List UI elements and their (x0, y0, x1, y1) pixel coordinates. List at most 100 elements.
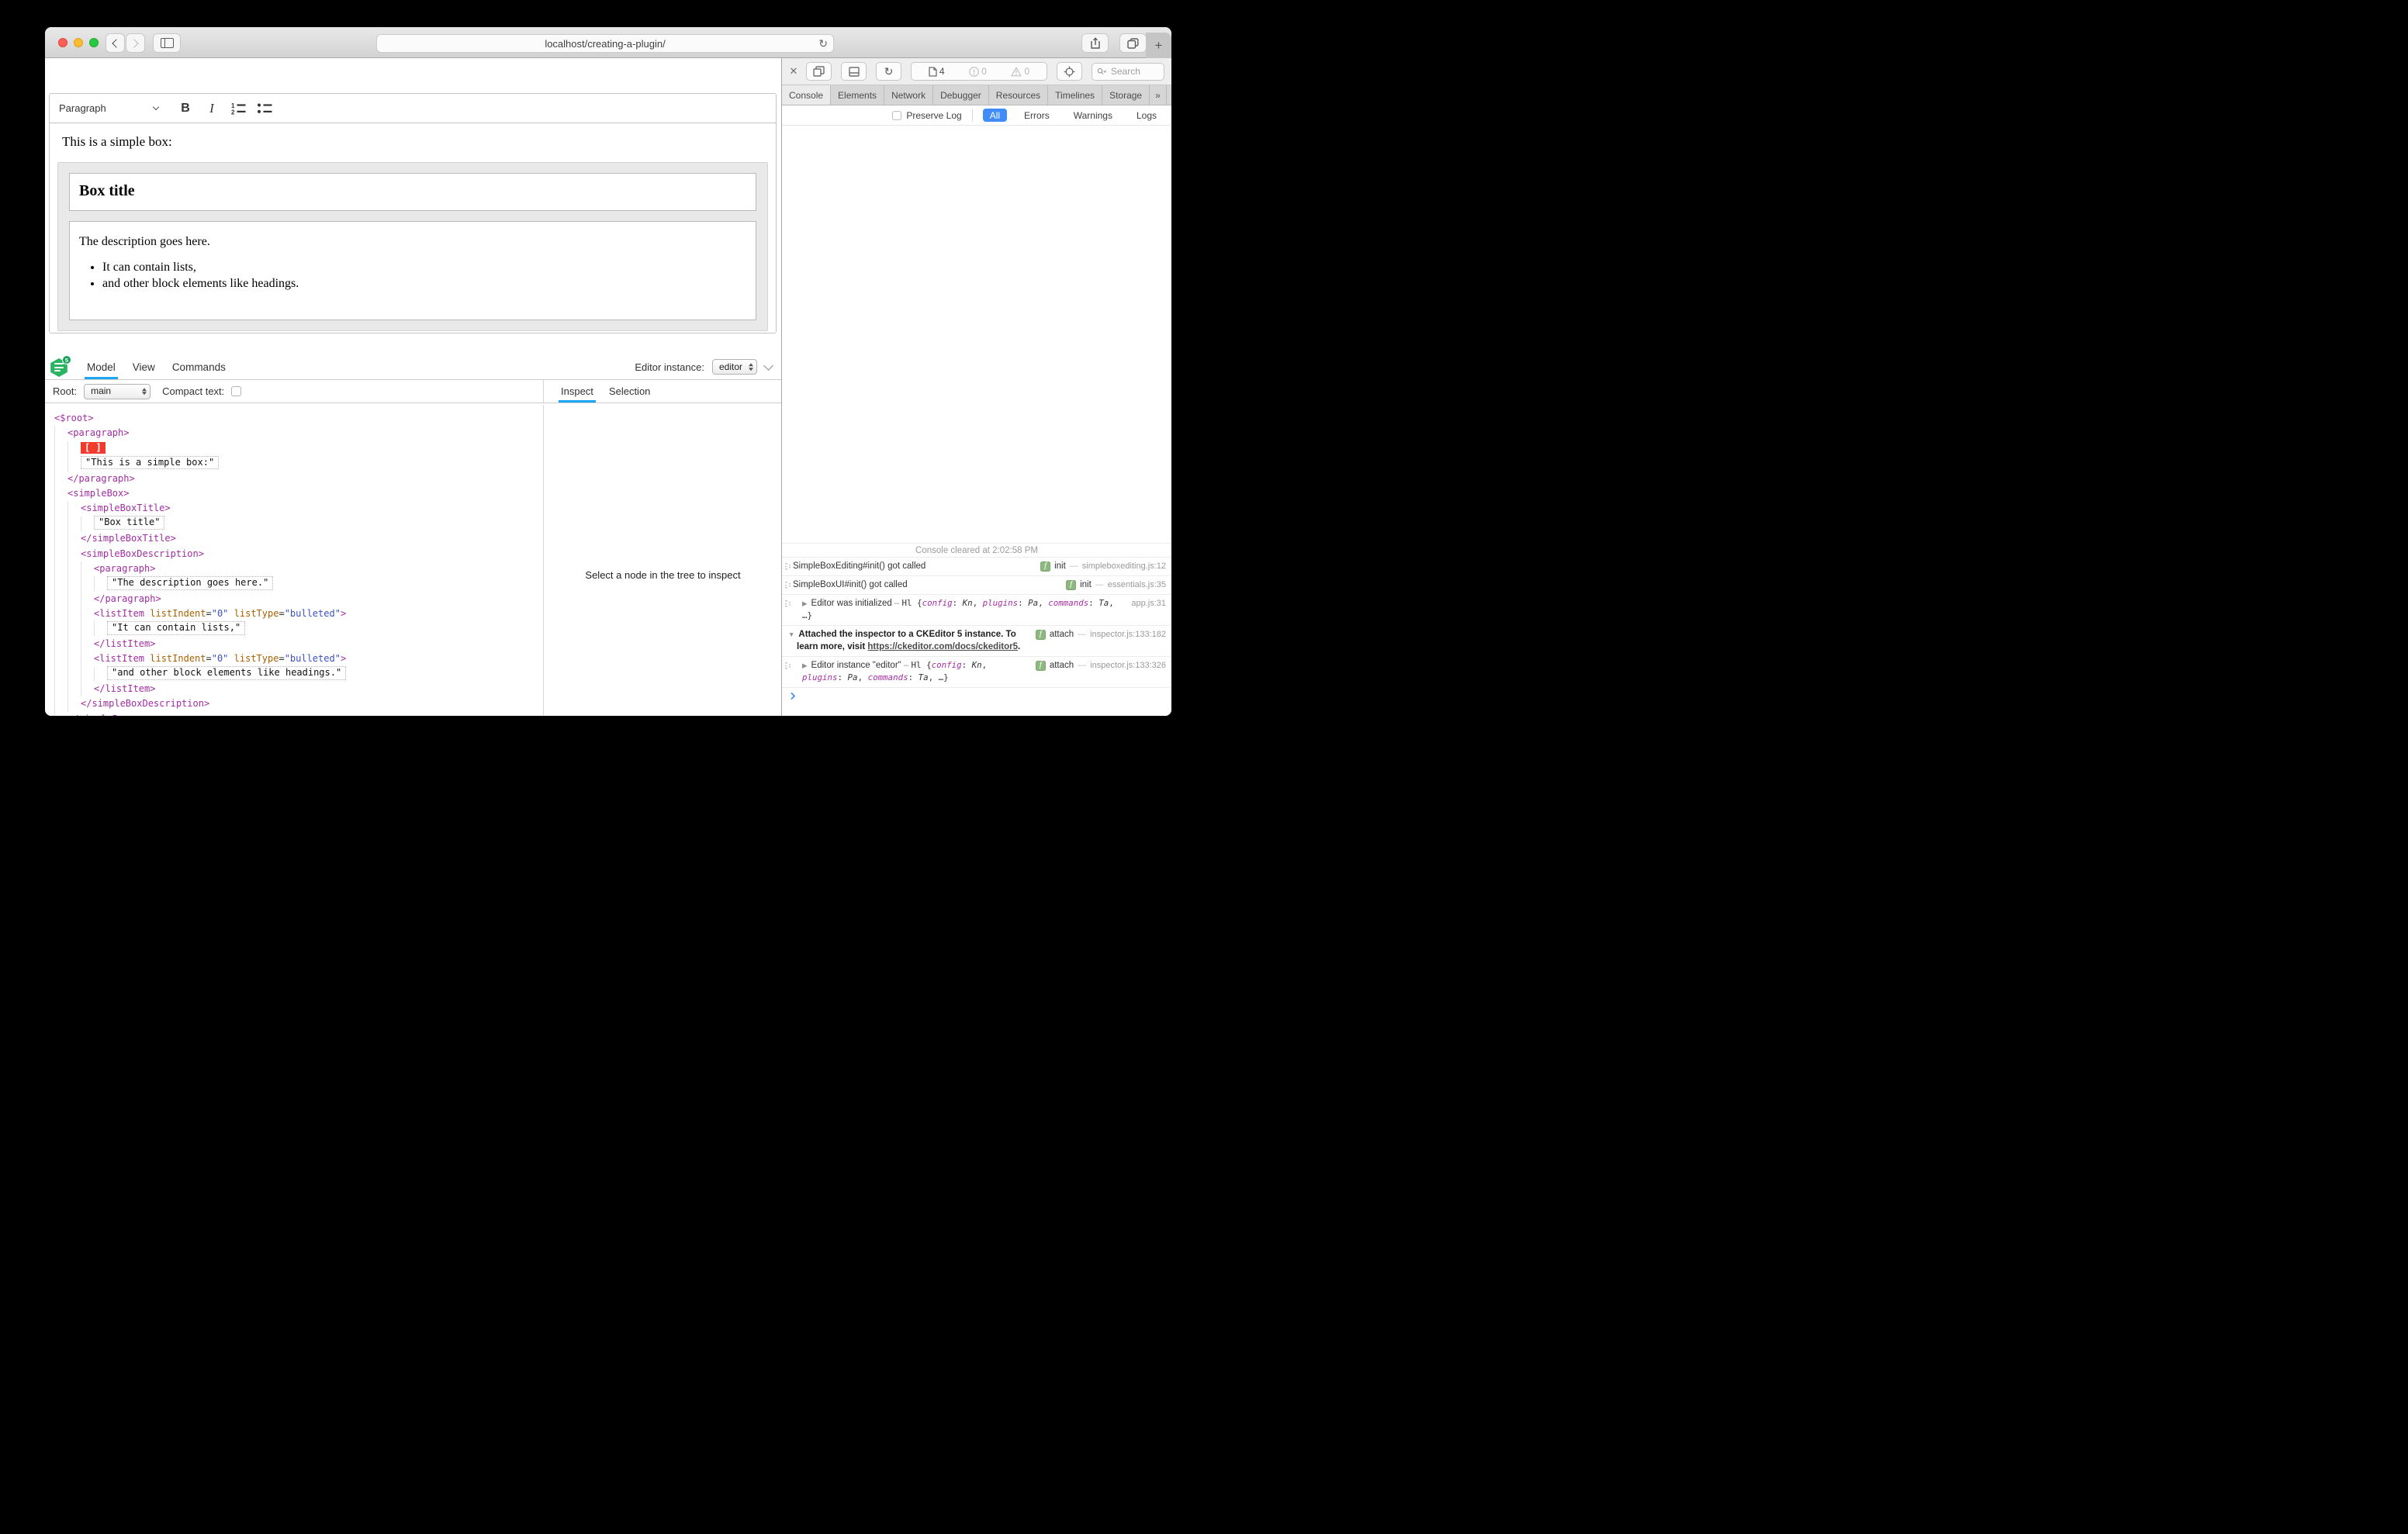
url-bar[interactable]: localhost/creating-a-plugin/ ↻ (376, 34, 834, 53)
console-input-row[interactable] (782, 687, 1171, 706)
console-message-row[interactable]: f init — essentials.js:35 SimpleBoxUI#init()… (782, 575, 1171, 594)
model-tree-line[interactable]: "and other block elements like headings.… (54, 666, 543, 682)
reload-icon[interactable]: ↻ (818, 37, 828, 50)
box-description-text: The description goes here. (79, 235, 210, 248)
devtools-tab-network[interactable]: Network (884, 85, 934, 105)
console-message-row[interactable]: f attach — inspector.js:133:326 ▶ Editor inst… (782, 656, 1171, 687)
root-label: Root: (53, 385, 78, 397)
devtools-tab-timelines[interactable]: Timelines (1048, 85, 1103, 105)
model-tree-line[interactable]: "Box title" (54, 516, 543, 532)
console-text-segment: Pa (847, 672, 858, 682)
source-location-link[interactable]: essentials.js:35 (1108, 579, 1166, 591)
italic-button[interactable]: I (202, 98, 222, 119)
model-tree-line[interactable]: </simpleBoxDescription> (54, 696, 543, 712)
close-window-button[interactable] (58, 38, 67, 47)
model-tree-line[interactable]: "The description goes here." (54, 576, 543, 592)
devtools-tab-console[interactable]: Console (782, 85, 832, 105)
model-tree-line[interactable]: <simpleBoxTitle> (54, 501, 543, 517)
model-tree-line[interactable]: </simpleBoxTitle> (54, 531, 543, 547)
editor-content[interactable]: This is a simple box: Box title The desc… (50, 123, 776, 331)
reload-page-button[interactable]: ↻ (876, 62, 901, 81)
add-tab-button[interactable]: + (1167, 85, 1171, 105)
tab-overflow-button[interactable]: » (1150, 85, 1167, 105)
inspect-tab-inspect[interactable]: Inspect (553, 380, 601, 403)
model-tree-line[interactable]: <paragraph> (54, 561, 543, 577)
inspect-tab-selection[interactable]: Selection (601, 380, 658, 403)
devtools-tab-storage[interactable]: Storage (1102, 85, 1150, 105)
new-tab-button[interactable]: + (1146, 33, 1171, 58)
element-picker-button[interactable] (1057, 62, 1082, 81)
tree-text-node[interactable]: "The description goes here." (107, 576, 274, 590)
numbered-list-button[interactable]: 1 2 (228, 98, 248, 119)
bold-button[interactable]: B (175, 98, 195, 119)
intro-paragraph[interactable]: This is a simple box: (62, 134, 763, 150)
model-tree-line[interactable]: <simpleBox> (54, 485, 543, 502)
devtools-tab-elements[interactable]: Elements (831, 85, 885, 105)
tree-indent-guide (81, 666, 94, 682)
separator: — (1078, 630, 1087, 639)
devtools-tab-debugger[interactable]: Debugger (933, 85, 989, 105)
zoom-window-button[interactable] (89, 38, 99, 47)
model-tree-line[interactable]: <listItem listIndent="0" listType="bulle… (54, 606, 543, 622)
editor-instance-select[interactable]: editor (711, 359, 757, 375)
disclosure-closed-icon[interactable]: ▶ (802, 662, 808, 669)
console-filter-errors[interactable]: Errors (1017, 109, 1057, 122)
dock-side-button[interactable] (806, 62, 832, 81)
root-select[interactable]: main (84, 383, 151, 399)
compact-text-checkbox[interactable] (231, 386, 242, 396)
search-input[interactable] (1109, 65, 1159, 78)
model-tree-line[interactable]: "This is a simple box:" (54, 455, 543, 472)
simple-box-widget[interactable]: Box title The description goes here. It … (57, 162, 768, 331)
inspector-tab-model[interactable]: Model (78, 354, 124, 379)
model-tree-line[interactable]: "It can contain lists," (54, 621, 543, 637)
source-location-link[interactable]: app.js:31 (1131, 597, 1166, 610)
tab-overview-button[interactable] (1119, 33, 1147, 53)
model-tree-line[interactable]: <paragraph> (54, 426, 543, 441)
devtools-tab-resources[interactable]: Resources (989, 85, 1049, 105)
inspector-search-field[interactable] (1092, 62, 1164, 81)
model-tree-line[interactable]: </listItem> (54, 682, 543, 697)
console-message-row[interactable]: f attach — inspector.js:133:182 ▼ Attached th… (782, 625, 1171, 656)
minimize-window-button[interactable] (74, 38, 83, 47)
console-filter-logs[interactable]: Logs (1130, 109, 1164, 122)
model-tree-line[interactable]: [ ] (54, 441, 543, 457)
sidebar-toggle-button[interactable] (153, 33, 181, 53)
console-message-row[interactable]: app.js:31 ▶ Editor was initialized – Hl {c… (782, 594, 1171, 625)
close-inspector-button[interactable]: ✕ (787, 65, 800, 78)
bulleted-list-button[interactable] (254, 98, 275, 119)
model-tree-line[interactable]: <$root> (54, 411, 543, 426)
console-message-row[interactable]: f init — simpleboxediting.js:12 SimpleBoxEdi… (782, 557, 1171, 575)
inspect-tab-bar: Inspect Selection (544, 380, 781, 403)
model-tree-line[interactable]: </paragraph> (54, 471, 543, 486)
model-tree-line[interactable]: </listItem> (54, 636, 543, 652)
resource-summary-button[interactable]: 4 0 0 (911, 62, 1047, 81)
share-button[interactable] (1081, 33, 1109, 53)
tree-text-node[interactable]: "It can contain lists," (107, 621, 246, 635)
forward-button[interactable] (126, 33, 145, 53)
simple-box-description[interactable]: The description goes here. It can contai… (69, 221, 756, 320)
back-button[interactable] (106, 33, 125, 53)
preserve-log-checkbox[interactable] (892, 110, 902, 120)
inspector-tab-view[interactable]: View (124, 354, 164, 379)
tree-text-node[interactable]: "Box title" (94, 516, 165, 530)
console-filter-warnings[interactable]: Warnings (1067, 109, 1119, 122)
source-location-link[interactable]: inspector.js:133:182 (1090, 628, 1166, 641)
model-tree-line[interactable]: <simpleBoxDescription> (54, 546, 543, 561)
model-tree-line[interactable]: </simpleBox> (54, 711, 543, 716)
tree-text-node[interactable]: "This is a simple box:" (81, 455, 220, 470)
console-link[interactable]: https://ckeditor.com/docs/ckeditor5 (867, 642, 1018, 651)
collapse-inspector-chevron-icon[interactable] (763, 360, 773, 371)
simple-box-title[interactable]: Box title (69, 173, 756, 211)
source-location-link[interactable]: inspector.js:133:326 (1090, 659, 1166, 672)
inspector-tab-commands[interactable]: Commands (164, 354, 234, 379)
tree-text-node[interactable]: "and other block elements like headings.… (107, 666, 347, 680)
preserve-log-toggle[interactable]: Preserve Log (892, 110, 962, 121)
disclosure-open-icon[interactable]: ▼ (788, 631, 794, 638)
model-tree-line[interactable]: </paragraph> (54, 591, 543, 607)
source-location-link[interactable]: simpleboxediting.js:12 (1082, 560, 1166, 572)
heading-dropdown[interactable]: Paragraph (59, 102, 160, 114)
model-tree-line[interactable]: <listItem listIndent="0" listType="bulle… (54, 651, 543, 667)
console-filter-all[interactable]: All (982, 109, 1008, 122)
dock-bottom-button[interactable] (841, 62, 867, 81)
disclosure-closed-icon[interactable]: ▶ (802, 599, 808, 607)
